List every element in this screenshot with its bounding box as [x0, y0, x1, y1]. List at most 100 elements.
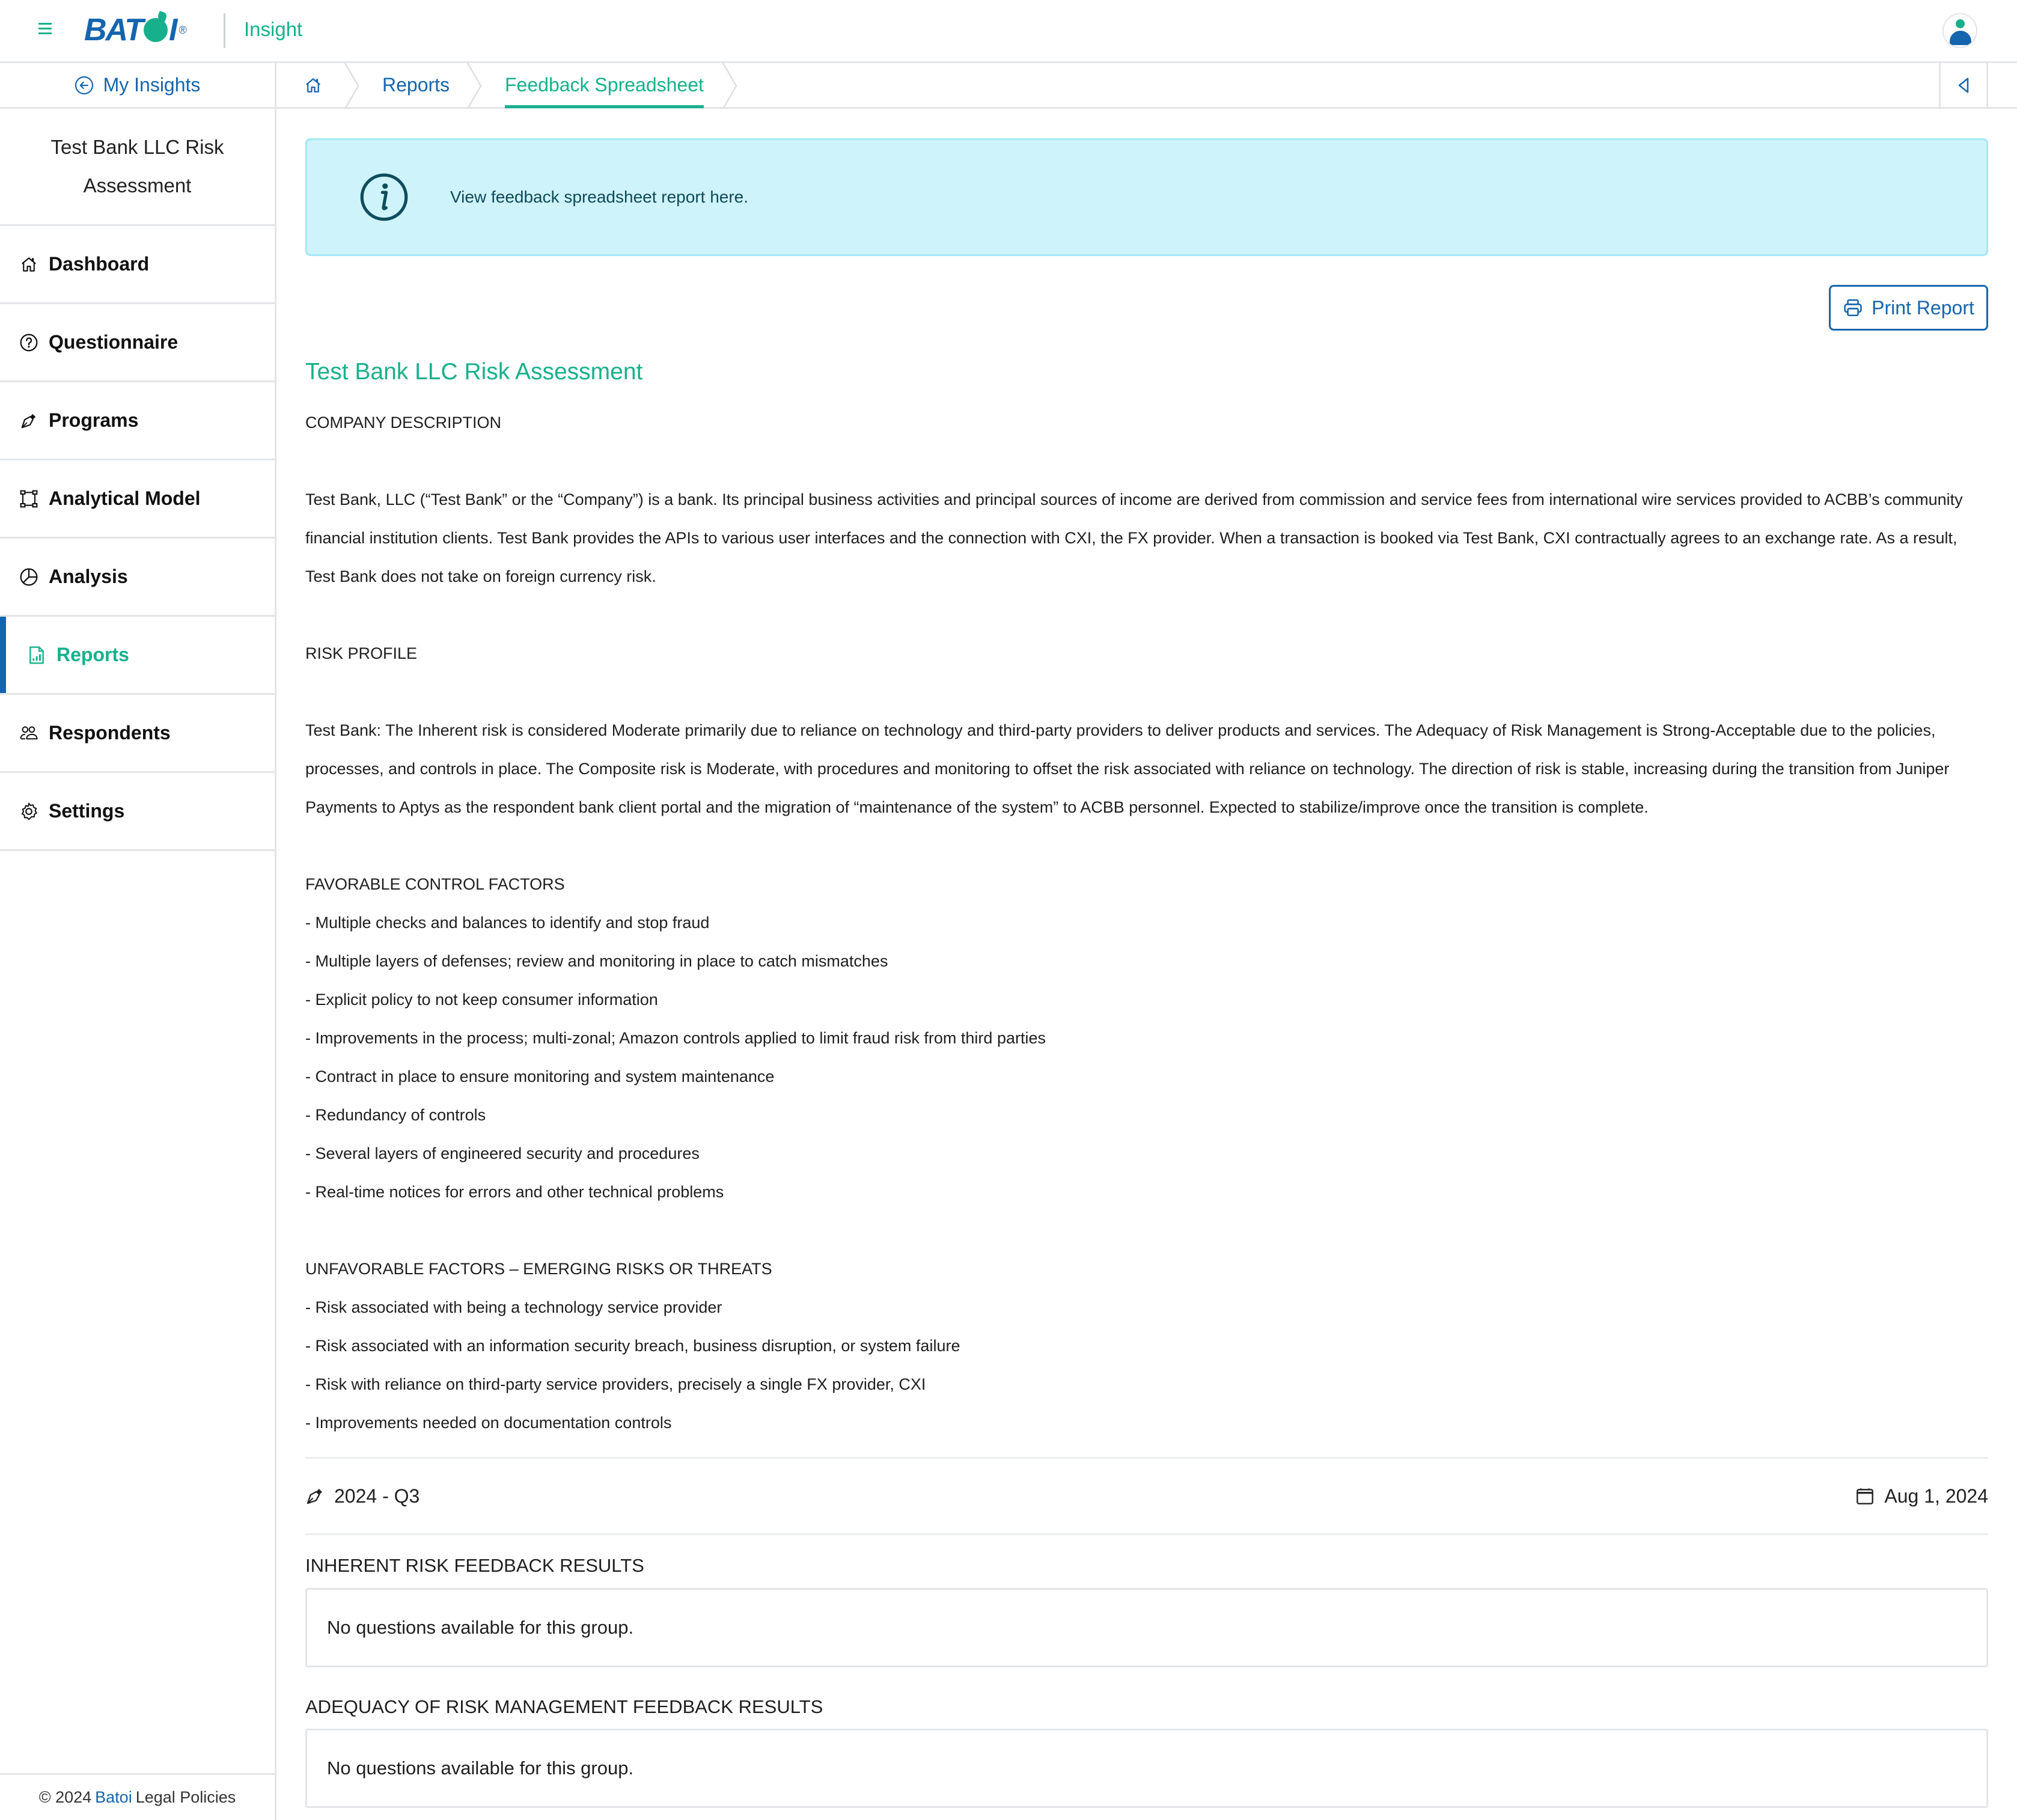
logo-registered-mark: ® — [179, 23, 187, 36]
gear-icon — [19, 802, 38, 821]
copyright-text: © 2024 — [38, 1788, 92, 1806]
sidebar: My Insights Test Bank LLC Risk Assessmen… — [0, 63, 276, 1820]
pen-nib-icon — [307, 1489, 322, 1504]
report-date-text: Aug 1, 2024 — [1884, 1485, 1988, 1507]
batoi-link[interactable]: Batoi — [95, 1788, 132, 1807]
report-bullet-item: - Improvements needed on documentation c… — [305, 1414, 672, 1432]
pen-nib-icon — [19, 411, 38, 430]
legal-policies-link[interactable]: Legal Policies — [136, 1788, 236, 1807]
my-insights-back-link[interactable]: My Insights — [0, 63, 275, 109]
report-bullet-item: - Real-time notices for errors and other… — [305, 1183, 724, 1201]
sidebar-item-label: Dashboard — [49, 253, 150, 275]
sidebar-item-settings[interactable]: Settings — [0, 773, 275, 851]
hamburger-menu-button[interactable] — [38, 23, 53, 37]
report-bullet-item: - Multiple layers of defenses; review an… — [305, 952, 888, 970]
sidebar-item-label: Programs — [49, 409, 139, 431]
question-circle-icon — [19, 333, 38, 352]
breadcrumb-separator-icon — [722, 63, 737, 109]
report-period: 2024 - Q3 — [305, 1485, 420, 1507]
home-icon — [306, 78, 320, 93]
header-divider — [224, 13, 225, 48]
sidebar-item-label: Analytical Model — [49, 487, 201, 509]
arrow-left-circle-icon — [75, 76, 93, 94]
report-body: COMPANY DESCRIPTION Test Bank, LLC (“Test… — [305, 403, 1988, 1442]
logo-text-right: I — [169, 13, 178, 47]
breadcrumb-separator-icon — [466, 63, 482, 109]
group-box-inherent-risk: No questions available for this group. — [305, 1588, 1988, 1667]
info-alert: View feedback spreadsheet report here. — [305, 138, 1988, 256]
collapse-panel-button[interactable] — [1939, 63, 1988, 107]
hamburger-icon-bar — [38, 28, 52, 29]
app-name: Insight — [244, 18, 303, 40]
report-bullet-item: - Risk associated with being a technolog… — [305, 1298, 722, 1316]
logo-leaf-icon — [144, 18, 168, 42]
report-bullet-item: - Risk with reliance on third-party serv… — [305, 1375, 926, 1393]
pie-chart-icon — [19, 567, 38, 587]
sidebar-item-analysis[interactable]: Analysis — [0, 539, 275, 617]
report-spacer — [305, 673, 1988, 711]
group-title-adequacy-risk-management: ADEQUACY OF RISK MANAGEMENT FEEDBACK RES… — [305, 1696, 823, 1717]
batoi-logo[interactable]: BAT I ® — [84, 13, 187, 47]
sidebar-item-label: Questionnaire — [49, 331, 179, 353]
sidebar-item-label: Reports — [56, 644, 129, 665]
user-avatar-icon-head — [1956, 19, 1965, 28]
print-report-label: Print Report — [1872, 296, 1974, 319]
report-chart-icon — [27, 646, 46, 665]
sidebar-item-dashboard[interactable]: Dashboard — [0, 226, 275, 304]
hamburger-icon-bar — [38, 23, 52, 25]
breadcrumb-reports[interactable]: Reports — [382, 63, 450, 107]
breadcrumb-feedback-spreadsheet[interactable]: Feedback Spreadsheet — [505, 63, 704, 108]
alert-message: View feedback spreadsheet report here. — [450, 188, 749, 206]
report-bullet-item: - Several layers of engineered security … — [305, 1144, 700, 1162]
breadcrumb-home[interactable] — [304, 63, 322, 107]
top-header: BAT I ® Insight — [0, 0, 2017, 63]
sidebar-item-label: Settings — [49, 800, 125, 822]
sidebar-item-reports[interactable]: Reports — [0, 617, 275, 695]
report-bullet-item: - Multiple checks and balances to identi… — [305, 914, 710, 932]
report-section-heading: UNFAVORABLE FACTORS – EMERGING RISKS OR … — [305, 1260, 772, 1278]
people-icon — [19, 724, 38, 743]
report-bullet-item: - Contract in place to ensure monitoring… — [305, 1067, 775, 1086]
report-date: Aug 1, 2024 — [1855, 1485, 1988, 1507]
user-avatar-button[interactable] — [1942, 13, 1977, 48]
group-title-inherent-risk: INHERENT RISK FEEDBACK RESULTS — [305, 1555, 644, 1576]
sidebar-item-analytical-model[interactable]: Analytical Model — [0, 460, 275, 539]
report-section-heading: FAVORABLE CONTROL FACTORS — [305, 875, 565, 893]
report-bullet-item: - Risk associated with an information se… — [305, 1337, 960, 1355]
empty-group-message: No questions available for this group. — [327, 1757, 634, 1779]
vector-square-icon — [19, 489, 38, 508]
sidebar-footer: © 2024 Batoi Legal Policies — [0, 1773, 275, 1820]
print-report-button[interactable]: Print Report — [1829, 285, 1988, 331]
report-bullet-item: - Redundancy of controls — [305, 1106, 486, 1124]
report-spacer — [305, 1211, 1988, 1250]
report-paragraph: Test Bank: The Inherent risk is consider… — [305, 721, 1950, 816]
home-icon — [19, 255, 38, 274]
assessment-title: Test Bank LLC Risk Assessment — [0, 109, 275, 226]
hamburger-icon-bar — [38, 32, 52, 34]
empty-group-message: No questions available for this group. — [327, 1617, 634, 1638]
sidebar-item-questionnaire[interactable]: Questionnaire — [0, 304, 275, 382]
report-meta-row: 2024 - Q3 Aug 1, 2024 — [305, 1457, 1988, 1535]
report-bullet-item: - Explicit policy to not keep consumer i… — [305, 991, 658, 1009]
report-section-heading: RISK PROFILE — [305, 644, 418, 662]
sidebar-item-programs[interactable]: Programs — [0, 382, 275, 460]
breadcrumb: Reports Feedback Spreadsheet — [276, 63, 2017, 109]
report-spacer — [305, 826, 1988, 865]
calendar-icon — [1857, 1488, 1874, 1504]
my-insights-label: My Insights — [103, 74, 201, 96]
report-period-text: 2024 - Q3 — [334, 1485, 420, 1507]
user-avatar-icon-body — [1950, 31, 1971, 45]
report-paragraph: Test Bank, LLC (“Test Bank” or the “Comp… — [305, 490, 1963, 585]
report-spacer — [305, 442, 1988, 480]
report-section-heading: COMPANY DESCRIPTION — [305, 414, 502, 432]
logo-text-left: BAT — [84, 13, 144, 47]
group-box-adequacy-risk-management: No questions available for this group. — [305, 1729, 1988, 1808]
report-title: Test Bank LLC Risk Assessment — [305, 359, 643, 385]
sidebar-item-label: Analysis — [49, 566, 128, 587]
report-spacer — [305, 596, 1988, 634]
sidebar-item-label: Respondents — [49, 722, 171, 744]
report-bullet-item: - Improvements in the process; multi-zon… — [305, 1029, 1046, 1047]
breadcrumb-separator-icon — [344, 63, 359, 109]
sidebar-item-respondents[interactable]: Respondents — [0, 695, 275, 773]
printer-icon — [1844, 299, 1862, 317]
